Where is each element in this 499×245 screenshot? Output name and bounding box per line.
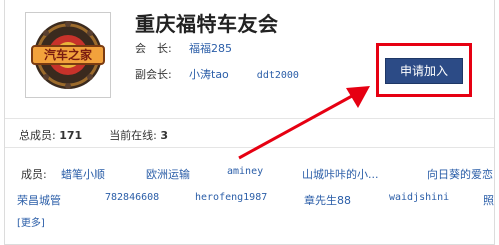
group-card: 汽车之家 重庆福特车友会 会 长: 福福285 副会长: 小涛tao ddt2000 …	[4, 0, 495, 245]
member-link[interactable]: 欧洲运输	[146, 166, 190, 182]
more-members-link[interactable]: [更多]	[17, 214, 45, 229]
member-link[interactable]: aminey	[227, 166, 263, 177]
member-link[interactable]: 向日葵的爱恋	[427, 166, 493, 182]
logo-text: 汽车之家	[43, 48, 92, 62]
president-label: 会 长:	[135, 42, 172, 55]
member-link[interactable]: 章先生88	[304, 192, 351, 208]
member-link[interactable]: 山城咔咔的小...	[302, 166, 379, 182]
group-logo[interactable]: 汽车之家	[25, 12, 111, 98]
online-members-value: 3	[160, 129, 169, 142]
total-members-label: 总成员:	[19, 129, 56, 142]
vice-president-link[interactable]: 小涛tao	[189, 68, 229, 81]
vice-president-link[interactable]: ddt2000	[257, 70, 299, 81]
total-members-value: 171	[59, 129, 83, 142]
online-members-label: 当前在线:	[109, 129, 157, 142]
president-link[interactable]: 福福285	[189, 42, 232, 55]
members-label: 成员:	[21, 168, 47, 181]
president-row: 会 长: 福福285	[135, 40, 232, 56]
member-link[interactable]: 蜡笔小顺	[61, 166, 105, 182]
member-link[interactable]: 照	[483, 192, 494, 208]
member-link[interactable]: 荣昌城管	[17, 192, 61, 208]
member-link[interactable]: herofeng1987	[195, 192, 267, 203]
vice-president-label: 副会长:	[135, 68, 172, 81]
divider	[5, 118, 494, 119]
group-title: 重庆福特车友会	[135, 12, 279, 36]
member-link[interactable]: waidjshini	[389, 192, 449, 203]
divider	[5, 147, 494, 148]
vice-president-row: 副会长: 小涛tao ddt2000	[135, 66, 299, 82]
member-link[interactable]: 782846608	[105, 192, 159, 203]
join-button-highlight: 申请加入	[376, 43, 472, 97]
member-stats: 总成员: 171 当前在线: 3	[19, 127, 168, 143]
join-group-button[interactable]: 申请加入	[385, 58, 463, 84]
